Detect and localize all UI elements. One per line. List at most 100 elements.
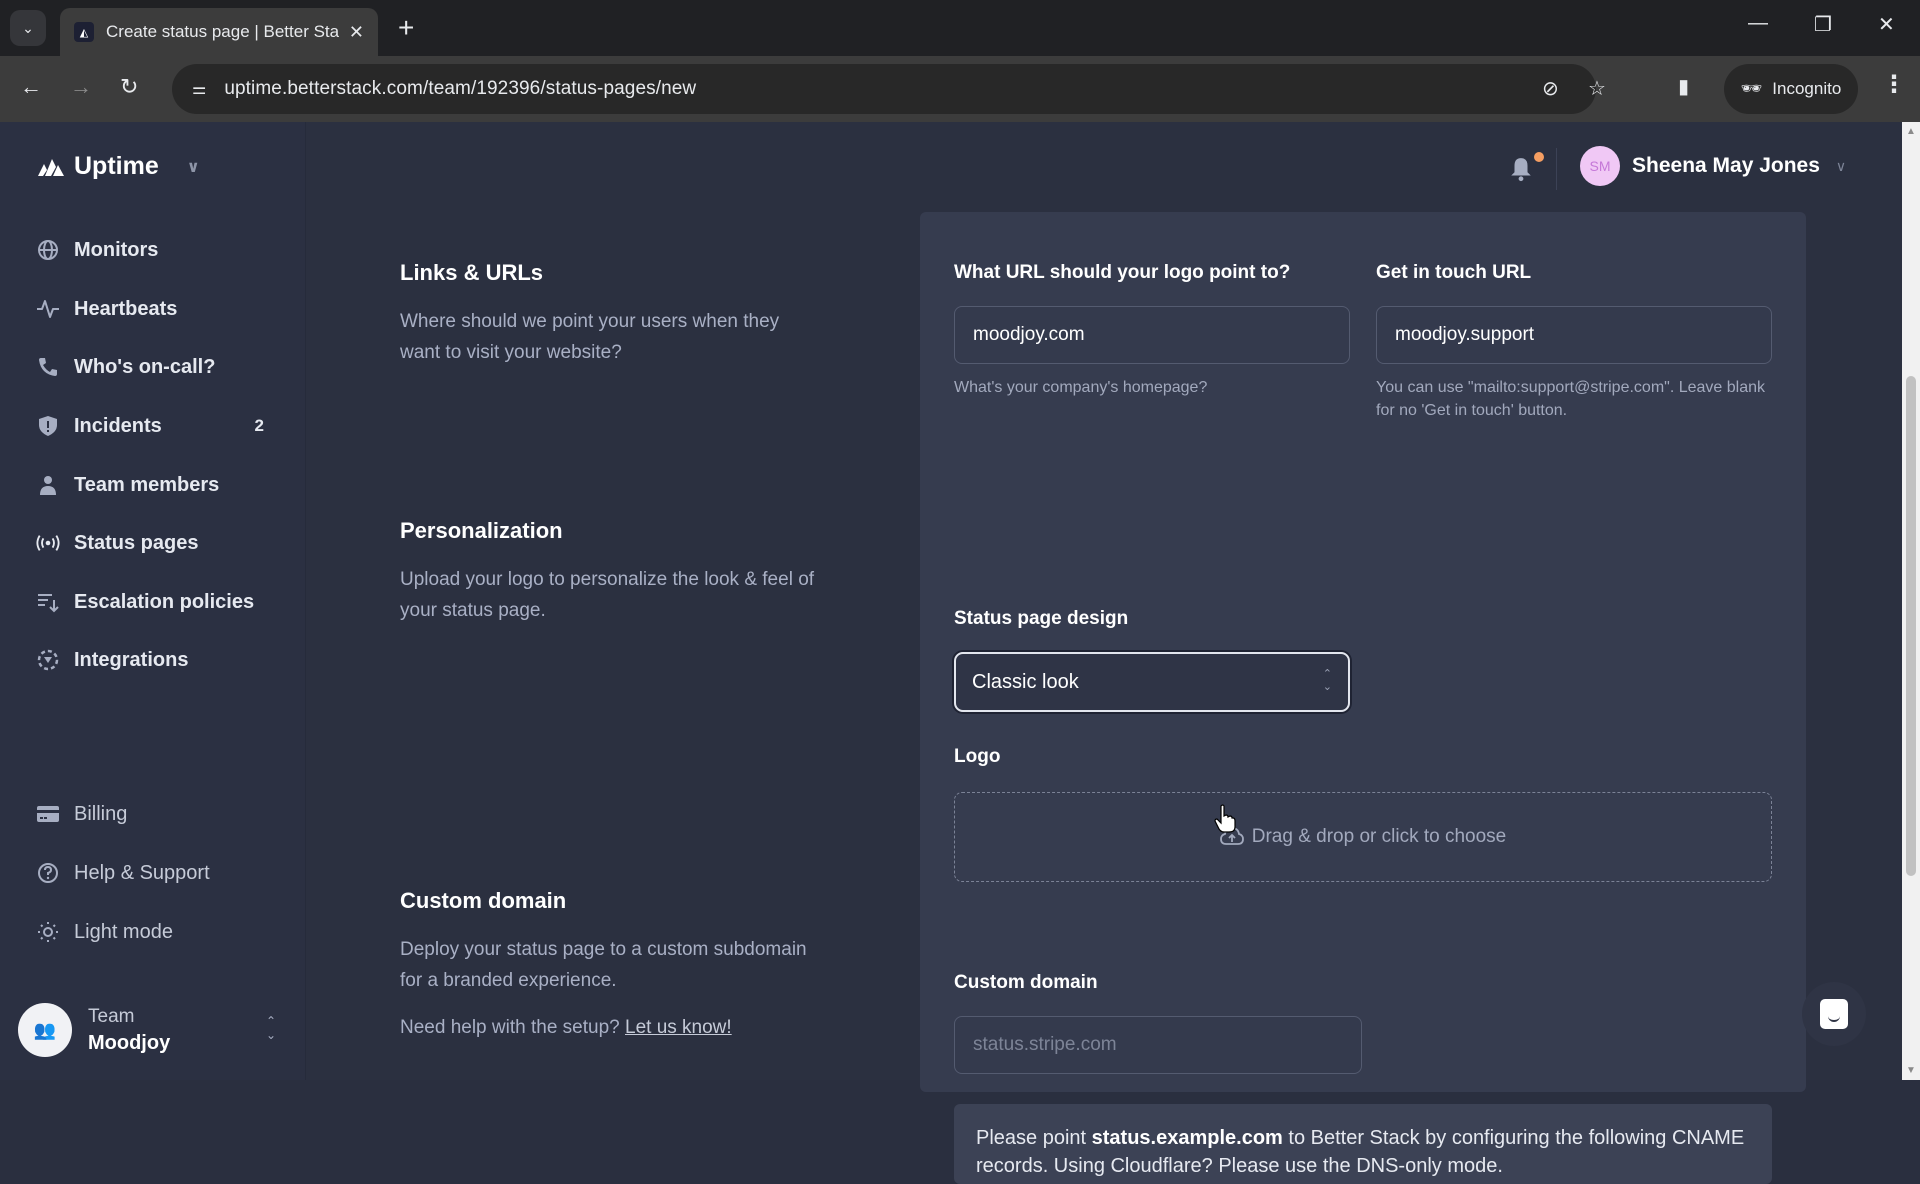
globe-icon xyxy=(36,238,60,262)
logo-dropzone[interactable]: Drag & drop or click to choose xyxy=(954,792,1772,882)
dropzone-text: Drag & drop or click to choose xyxy=(1251,826,1507,847)
design-select[interactable]: Classic look ⌃ ⌄ xyxy=(954,652,1350,712)
tracking-protection-icon[interactable]: ⊘ xyxy=(1542,76,1559,101)
personalization-section-title: Personalization xyxy=(400,518,563,543)
sidebar-item-label: Incidents xyxy=(74,414,162,437)
shield-alert-icon xyxy=(36,414,60,438)
forward-button[interactable]: → xyxy=(70,74,92,100)
scrollbar-thumb[interactable] xyxy=(1906,376,1916,876)
incidents-count-badge: 2 xyxy=(254,416,264,435)
sidebar-item-label: Who's on-call? xyxy=(74,355,216,378)
tab-title: Create status page | Better Stack xyxy=(106,22,339,41)
logo-url-input[interactable]: moodjoy.com xyxy=(954,306,1350,364)
sidebar-item-integrations[interactable]: Integrations xyxy=(36,640,276,680)
tab-search-button[interactable]: ⌄ xyxy=(10,10,46,46)
sidebar-item-incidents[interactable]: Incidents 2 xyxy=(36,406,276,446)
user-menu[interactable]: SM Sheena May Jones ∨ xyxy=(1580,146,1846,186)
site-settings-icon[interactable]: ⚌ xyxy=(192,79,206,99)
sidebar-item-escalation-policies[interactable]: Escalation policies xyxy=(36,582,276,622)
close-window-button[interactable]: ✕ xyxy=(1878,12,1895,37)
sun-icon xyxy=(36,920,60,944)
scroll-up-arrow-icon[interactable]: ▲ xyxy=(1906,126,1916,137)
notice-domain: status.example.com xyxy=(1091,1127,1283,1149)
custom-domain-label: Custom domain xyxy=(954,972,1098,993)
back-button[interactable]: ← xyxy=(20,74,42,100)
reload-button[interactable]: ↻ xyxy=(120,74,138,100)
links-section-description: Where should we point your users when th… xyxy=(400,311,780,363)
chevron-up-down-icon: ⌃ ⌄ xyxy=(1322,668,1332,693)
bookmark-star-icon[interactable]: ☆ xyxy=(1588,76,1606,101)
incognito-icon: 🕶 xyxy=(1740,79,1763,98)
side-panel-icon[interactable]: ▮ xyxy=(1678,74,1689,99)
logo-url-label: What URL should your logo point to? xyxy=(954,262,1291,283)
restore-button[interactable]: ❐ xyxy=(1814,12,1832,37)
credit-card-icon xyxy=(36,802,60,826)
cname-notice: Please point status.example.com to Bette… xyxy=(954,1104,1772,1184)
sidebar-item-label: Escalation policies xyxy=(74,590,255,613)
browser-tab-active[interactable]: ◭ Create status page | Better Stack ✕ xyxy=(60,8,378,56)
let-us-know-link[interactable]: Let us know! xyxy=(625,1017,732,1038)
chevron-up-down-icon: ⌃ ⌄ xyxy=(265,1014,276,1042)
address-bar[interactable]: ⚌ uptime.betterstack.com/team/192396/sta… xyxy=(172,64,1606,114)
sidebar-item-monitors[interactable]: Monitors xyxy=(36,230,276,270)
contact-url-hint: You can use "mailto:support@stripe.com".… xyxy=(1376,379,1765,419)
notifications-bell-icon[interactable] xyxy=(1508,156,1534,182)
notification-dot xyxy=(1534,152,1544,162)
logo-label: Logo xyxy=(954,746,1001,767)
sidebar: Uptime ∨ Monitors Heartbeats Who's on-ca… xyxy=(0,122,306,1080)
sort-list-icon xyxy=(36,590,60,614)
logo-url-hint: What's your company's homepage? xyxy=(954,379,1208,396)
phone-icon xyxy=(36,355,60,379)
sidebar-item-light-mode[interactable]: Light mode xyxy=(36,912,276,952)
team-label: Team xyxy=(88,1005,135,1027)
browser-menu-icon[interactable]: ⋮ xyxy=(1882,70,1906,99)
sidebar-item-status-pages[interactable]: Status pages xyxy=(36,523,276,563)
links-section-title: Links & URLs xyxy=(400,260,544,285)
sidebar-item-label: Help & Support xyxy=(74,861,210,884)
personalization-section-description: Upload your logo to personalize the look… xyxy=(400,569,815,621)
sidebar-item-label: Integrations xyxy=(74,648,189,671)
notice-prefix: Please point xyxy=(976,1127,1087,1149)
custom-domain-section-title: Custom domain xyxy=(400,888,567,913)
page-scrollbar[interactable]: ▲ ▼ xyxy=(1902,122,1920,1080)
sidebar-item-label: Monitors xyxy=(74,238,159,261)
custom-domain-input[interactable]: status.stripe.com xyxy=(954,1016,1362,1074)
url-text[interactable]: uptime.betterstack.com/team/192396/statu… xyxy=(224,78,696,100)
chevron-down-icon: ⌄ xyxy=(22,19,34,36)
contact-url-input[interactable]: moodjoy.support xyxy=(1376,306,1772,364)
team-switcher[interactable]: 👥 Team Moodjoy ⌃ ⌄ xyxy=(18,1000,288,1060)
user-avatar: SM xyxy=(1580,146,1620,186)
sidebar-item-help-support[interactable]: Help & Support xyxy=(36,853,276,893)
chevron-down-icon: ∨ xyxy=(1835,157,1847,174)
contact-url-label: Get in touch URL xyxy=(1376,262,1532,283)
minimize-button[interactable]: — xyxy=(1748,12,1768,35)
user-name: Sheena May Jones xyxy=(1632,154,1820,177)
sidebar-item-team-members[interactable]: Team members xyxy=(36,465,276,505)
support-chat-button[interactable] xyxy=(1802,982,1866,1046)
tab-close-icon[interactable]: ✕ xyxy=(349,22,364,43)
app-root: Uptime ∨ Monitors Heartbeats Who's on-ca… xyxy=(0,122,1902,1184)
chevron-down-icon: ∨ xyxy=(186,158,200,176)
custom-domain-help: Need help with the setup? Let us know! xyxy=(400,1012,820,1043)
betterstack-favicon-icon: ◭ xyxy=(74,22,94,42)
product-name: Uptime xyxy=(74,152,159,180)
form-panel: What URL should your logo point to? mood… xyxy=(920,212,1806,1184)
custom-domain-section-description: Deploy your status page to a custom subd… xyxy=(400,939,807,991)
incognito-indicator[interactable]: 🕶 Incognito xyxy=(1724,64,1858,114)
help-circle-icon xyxy=(36,861,60,885)
hand-pointer-cursor-icon xyxy=(1214,804,1236,833)
person-icon xyxy=(36,473,60,497)
sidebar-item-heartbeats[interactable]: Heartbeats xyxy=(36,289,276,329)
sidebar-item-label: Status pages xyxy=(74,531,199,554)
new-tab-button[interactable]: + xyxy=(398,12,414,44)
product-switcher[interactable]: Uptime ∨ xyxy=(36,152,200,181)
design-select-value: Classic look xyxy=(972,670,1079,693)
sidebar-item-billing[interactable]: Billing xyxy=(36,794,276,834)
browser-toolbar: ← → ↻ ⚌ uptime.betterstack.com/team/1923… xyxy=(0,56,1920,122)
sidebar-item-label: Heartbeats xyxy=(74,297,178,320)
browser-tabstrip: ⌄ ◭ Create status page | Better Stack ✕ … xyxy=(0,0,1920,56)
help-prefix: Need help with the setup? xyxy=(400,1017,620,1038)
sidebar-item-on-call[interactable]: Who's on-call? xyxy=(36,347,276,387)
team-name: Moodjoy xyxy=(88,1031,171,1054)
scroll-down-arrow-icon[interactable]: ▼ xyxy=(1906,1065,1916,1076)
